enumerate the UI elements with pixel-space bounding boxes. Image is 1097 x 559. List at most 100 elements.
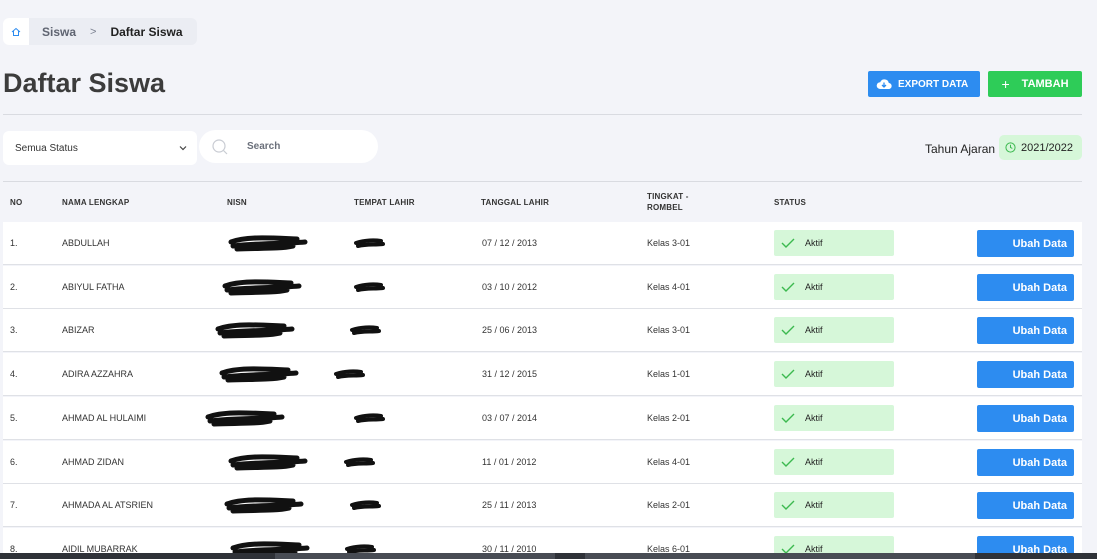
redacted-nisn <box>219 366 299 383</box>
breadcrumb-separator: > <box>90 25 97 38</box>
academic-year-selector[interactable]: 2021/2022 <box>999 135 1082 160</box>
edit-data-button[interactable]: Ubah Data <box>977 317 1074 344</box>
status-label: Aktif <box>805 369 823 379</box>
row-number: 3. <box>10 325 18 335</box>
column-header-name: NAMA LENGKAP <box>62 198 130 207</box>
table-row: 3. ABIZAR 25 / 06 / 2013 Kelas 3-01 Aktif Uba… <box>3 309 1082 352</box>
status-badge: Aktif <box>774 274 894 300</box>
redacted-birthplace <box>344 457 375 467</box>
class-group: Kelas 4-01 <box>647 282 691 292</box>
breadcrumb-siswa[interactable]: Siswa <box>42 25 76 39</box>
student-name: AHMAD AL HULAIMI <box>62 413 147 423</box>
filter-divider <box>3 181 1082 182</box>
row-number: 2. <box>10 282 18 292</box>
birth-date: 25 / 11 / 2013 <box>482 500 537 510</box>
student-name: ABDULLAH <box>62 238 110 248</box>
class-group: Kelas 3-01 <box>647 238 691 248</box>
redacted-birthplace <box>334 369 365 379</box>
row-number: 7. <box>10 500 18 510</box>
edit-data-button[interactable]: Ubah Data <box>977 449 1074 476</box>
birth-date: 25 / 06 / 2013 <box>482 325 538 335</box>
row-number: 1. <box>10 238 18 248</box>
class-group: Kelas 1-01 <box>647 369 691 379</box>
status-label: Aktif <box>805 238 823 248</box>
horizontal-scrollbar[interactable] <box>0 553 1097 559</box>
home-icon[interactable] <box>3 18 29 45</box>
search-input[interactable]: Search <box>199 130 378 163</box>
column-header-grade-line2: ROMBEL <box>647 203 683 212</box>
check-icon <box>781 500 795 510</box>
status-label: Aktif <box>805 413 823 423</box>
birth-date: 03 / 10 / 2012 <box>482 282 538 292</box>
export-data-button[interactable]: EXPORT DATA <box>868 71 980 97</box>
edit-data-button[interactable]: Ubah Data <box>977 361 1074 388</box>
edit-data-button[interactable]: Ubah Data <box>977 274 1074 301</box>
status-label: Aktif <box>805 325 823 335</box>
birth-date: 03 / 07 / 2014 <box>482 413 538 423</box>
column-header-nisn: NISN <box>227 198 247 207</box>
status-filter-select[interactable]: Semua Status <box>3 131 197 165</box>
status-badge: Aktif <box>774 492 894 518</box>
breadcrumb: Siswa > Daftar Siswa <box>3 18 197 45</box>
redacted-birthplace <box>350 500 381 510</box>
student-name: AHMADA AL ATSRIEN <box>62 500 154 510</box>
status-label: Aktif <box>805 500 823 510</box>
check-icon <box>781 282 795 292</box>
status-badge: Aktif <box>774 405 894 431</box>
student-name: AHMAD ZIDAN <box>62 457 125 467</box>
column-header-no: NO <box>10 198 23 207</box>
redacted-nisn <box>224 497 304 514</box>
table-row: 1. ABDULLAH 07 / 12 / 2013 Kelas 3-01 Aktif U… <box>3 222 1082 265</box>
redacted-nisn <box>228 235 308 252</box>
redacted-birthplace <box>350 325 381 335</box>
redacted-nisn <box>205 410 285 427</box>
row-number: 6. <box>10 457 18 467</box>
table-row: 7. AHMADA AL ATSRIEN 25 / 11 / 2013 Kelas 2… <box>3 484 1082 527</box>
edit-data-button[interactable]: Ubah Data <box>977 230 1074 257</box>
status-label: Aktif <box>805 282 823 292</box>
status-badge: Aktif <box>774 230 894 256</box>
student-name: ABIZAR <box>62 325 95 335</box>
row-number: 5. <box>10 413 18 423</box>
birth-date: 11 / 01 / 2012 <box>482 457 537 467</box>
status-label: Aktif <box>805 457 823 467</box>
header-divider <box>3 114 1082 115</box>
cloud-download-icon <box>876 79 892 90</box>
plus-icon: + <box>1001 76 1010 92</box>
academic-year-label: Tahun Ajaran <box>925 142 996 156</box>
academic-year-value: 2021/2022 <box>1021 141 1073 154</box>
status-badge: Aktif <box>774 449 894 475</box>
search-icon <box>212 138 228 154</box>
status-badge: Aktif <box>774 317 894 343</box>
edit-data-button[interactable]: Ubah Data <box>977 492 1074 519</box>
search-placeholder: Search <box>247 141 281 152</box>
student-name: ADIRA AZZAHRA <box>62 369 134 379</box>
table-row: 2. ABIYUL FATHA 03 / 10 / 2012 Kelas 4-01 Ak… <box>3 266 1082 309</box>
row-number: 4. <box>10 369 18 379</box>
birth-date: 07 / 12 / 2013 <box>482 238 538 248</box>
page-title: Daftar Siswa <box>3 68 166 98</box>
redacted-birthplace <box>354 413 385 423</box>
add-label: TAMBAH <box>1021 78 1069 90</box>
column-header-status: STATUS <box>774 198 807 207</box>
birth-date: 31 / 12 / 2015 <box>482 369 538 379</box>
check-icon <box>781 413 795 423</box>
redacted-birthplace <box>354 238 385 248</box>
column-header-grade-line1: TINGKAT - <box>647 192 689 201</box>
check-icon <box>781 325 795 335</box>
edit-data-button[interactable]: Ubah Data <box>977 405 1074 432</box>
export-data-label: EXPORT DATA <box>898 78 969 90</box>
check-icon <box>781 457 795 467</box>
table-row: 5. AHMAD AL HULAIMI 03 / 07 / 2014 Kelas 2-… <box>3 397 1082 440</box>
check-icon <box>781 369 795 379</box>
chevron-down-icon <box>179 146 187 151</box>
add-student-button[interactable]: + TAMBAH <box>988 71 1082 97</box>
class-group: Kelas 2-01 <box>647 413 691 423</box>
table-row: 4. ADIRA AZZAHRA 31 / 12 / 2015 Kelas 1-01 A… <box>3 353 1082 396</box>
redacted-birthplace <box>354 282 385 292</box>
class-group: Kelas 4-01 <box>647 457 691 467</box>
redacted-nisn <box>228 454 308 471</box>
column-header-birthplace: TEMPAT LAHIR <box>354 198 415 207</box>
column-header-birthdate: TANGGAL LAHIR <box>481 198 550 207</box>
redacted-nisn <box>222 279 302 296</box>
